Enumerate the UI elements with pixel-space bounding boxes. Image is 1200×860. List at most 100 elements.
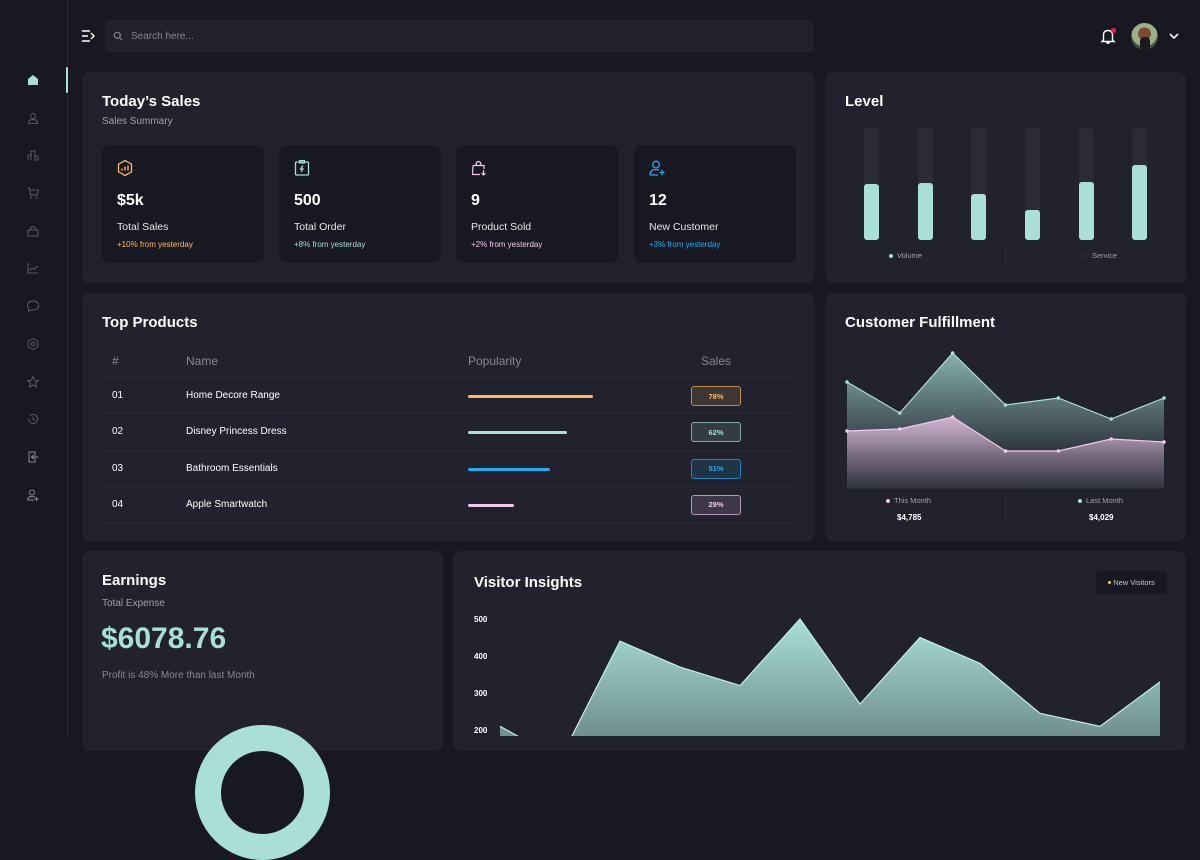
earnings-note: Profit is 48% More than last Month bbox=[102, 670, 255, 681]
level-bar-track bbox=[1132, 128, 1147, 240]
row-name: Home Decore Range bbox=[186, 390, 280, 401]
search-bar bbox=[105, 20, 814, 52]
data-point[interactable] bbox=[1057, 396, 1061, 400]
sales-badge: 78% bbox=[691, 386, 741, 406]
col-header-name: Name bbox=[186, 354, 218, 368]
stat-card-total-sales[interactable]: $5k Total Sales +10% from yesterday bbox=[102, 145, 264, 263]
level-bar[interactable] bbox=[1025, 210, 1040, 240]
line-chart-icon bbox=[26, 261, 40, 275]
table-row[interactable]: 04Apple Smartwatch29% bbox=[102, 486, 798, 522]
legend-label: Volume bbox=[897, 251, 922, 260]
legend-volume: Volume bbox=[889, 251, 922, 260]
search-input[interactable] bbox=[131, 31, 762, 42]
stat-label: New Customer bbox=[649, 221, 718, 233]
clipboard-bolt-icon bbox=[293, 159, 311, 177]
data-point[interactable] bbox=[1109, 437, 1113, 441]
earnings-gauge bbox=[195, 725, 330, 860]
stat-value: 500 bbox=[294, 192, 321, 210]
popularity-bar bbox=[468, 504, 514, 507]
visitor-insights-title: Visitor Insights bbox=[474, 574, 582, 591]
visitor-insights-chart: 200300400500 bbox=[453, 600, 1186, 736]
data-point[interactable] bbox=[845, 380, 849, 384]
table-row[interactable]: 03Bathroom Essentials51% bbox=[102, 450, 798, 486]
data-point[interactable] bbox=[898, 427, 902, 431]
legend-dot bbox=[889, 254, 893, 258]
stat-value: $5k bbox=[117, 192, 144, 210]
level-bar[interactable] bbox=[971, 194, 986, 240]
data-point[interactable] bbox=[845, 429, 849, 433]
table-row[interactable]: 01Home Decore Range78% bbox=[102, 377, 798, 413]
sidebar-item-orders[interactable] bbox=[24, 184, 42, 202]
sales-badge: 51% bbox=[691, 459, 741, 479]
earnings-subtitle: Total Expense bbox=[102, 598, 165, 609]
sidebar-item-signout[interactable] bbox=[24, 448, 42, 466]
cf-baseline bbox=[847, 488, 1164, 489]
y-tick-label: 400 bbox=[474, 652, 488, 661]
legend-label: Service bbox=[1092, 251, 1117, 260]
user-avatar[interactable] bbox=[1131, 23, 1158, 50]
level-bar-track bbox=[1079, 128, 1094, 240]
data-point[interactable] bbox=[898, 411, 902, 415]
sidebar-item-sales-report[interactable] bbox=[24, 259, 42, 277]
legend-new-visitors[interactable]: New Visitors bbox=[1096, 571, 1167, 594]
sidebar-item-add-user[interactable] bbox=[24, 486, 42, 504]
data-point[interactable] bbox=[1162, 440, 1166, 444]
sidebar-item-settings[interactable] bbox=[24, 335, 42, 353]
data-point[interactable] bbox=[1057, 449, 1061, 453]
sidebar-item-leaderboard[interactable] bbox=[24, 146, 42, 164]
level-bar-track bbox=[1025, 128, 1040, 240]
stat-card-new-customer[interactable]: 12 New Customer +3% from yesterday bbox=[634, 145, 796, 263]
stat-label: Total Order bbox=[294, 221, 346, 233]
earnings-title: Earnings bbox=[102, 572, 166, 589]
cart-icon bbox=[26, 186, 40, 200]
menu-collapse-icon[interactable] bbox=[80, 28, 96, 44]
todays-sales-subtitle: Sales Summary bbox=[102, 116, 173, 127]
data-point[interactable] bbox=[1004, 449, 1008, 453]
legend-last-month: Last Month bbox=[1078, 496, 1123, 505]
level-bar[interactable] bbox=[864, 184, 879, 240]
stat-card-product-sold[interactable]: 9 Product Sold +2% from yesterday bbox=[456, 145, 618, 263]
level-bar-track bbox=[864, 128, 879, 240]
data-point[interactable] bbox=[1004, 403, 1008, 407]
level-bar[interactable] bbox=[1132, 165, 1147, 240]
popularity-bar bbox=[468, 468, 550, 471]
level-bar-track bbox=[971, 128, 986, 240]
customer-fulfillment-chart bbox=[825, 340, 1186, 490]
customer-fulfillment-title: Customer Fulfillment bbox=[845, 314, 995, 331]
top-products-title: Top Products bbox=[102, 314, 198, 331]
home-icon bbox=[26, 73, 40, 87]
stat-card-total-order[interactable]: 500 Total Order +8% from yesterday bbox=[279, 145, 441, 263]
sidebar-item-history[interactable] bbox=[24, 410, 42, 428]
cf-legend-divider bbox=[1005, 495, 1006, 523]
sidebar-item-messages[interactable] bbox=[24, 297, 42, 315]
legend-service: Service bbox=[1084, 251, 1117, 260]
y-tick-label: 300 bbox=[474, 689, 488, 698]
notification-button[interactable] bbox=[1099, 27, 1117, 45]
level-bar[interactable] bbox=[918, 183, 933, 240]
sidebar-item-favourites[interactable] bbox=[24, 373, 42, 391]
sidebar-item-profile[interactable] bbox=[24, 109, 42, 127]
table-row[interactable]: 02Disney Princess Dress62% bbox=[102, 413, 798, 449]
data-point[interactable] bbox=[951, 351, 955, 355]
data-point[interactable] bbox=[1162, 396, 1166, 400]
level-legend-divider bbox=[1005, 248, 1006, 264]
stat-label: Total Sales bbox=[117, 221, 168, 233]
row-name: Bathroom Essentials bbox=[186, 463, 278, 474]
bag-icon bbox=[26, 224, 40, 238]
data-point[interactable] bbox=[951, 415, 955, 419]
sidebar-item-home[interactable] bbox=[24, 71, 42, 89]
level-bar[interactable] bbox=[1079, 182, 1094, 240]
search-icon bbox=[113, 31, 123, 41]
stat-label: Product Sold bbox=[471, 221, 531, 233]
shopping-bag-icon bbox=[470, 159, 488, 177]
this-month-value: $4,785 bbox=[897, 513, 921, 522]
chevron-down-icon[interactable] bbox=[1168, 31, 1180, 41]
row-number: 04 bbox=[112, 499, 123, 510]
notification-badge bbox=[1111, 28, 1116, 33]
legend-dot bbox=[1078, 499, 1082, 503]
todays-sales-title: Today’s Sales bbox=[102, 93, 200, 110]
stat-change: +8% from yesterday bbox=[294, 240, 365, 249]
sidebar-item-products[interactable] bbox=[24, 222, 42, 240]
user-icon bbox=[26, 111, 40, 125]
data-point[interactable] bbox=[1109, 417, 1113, 421]
